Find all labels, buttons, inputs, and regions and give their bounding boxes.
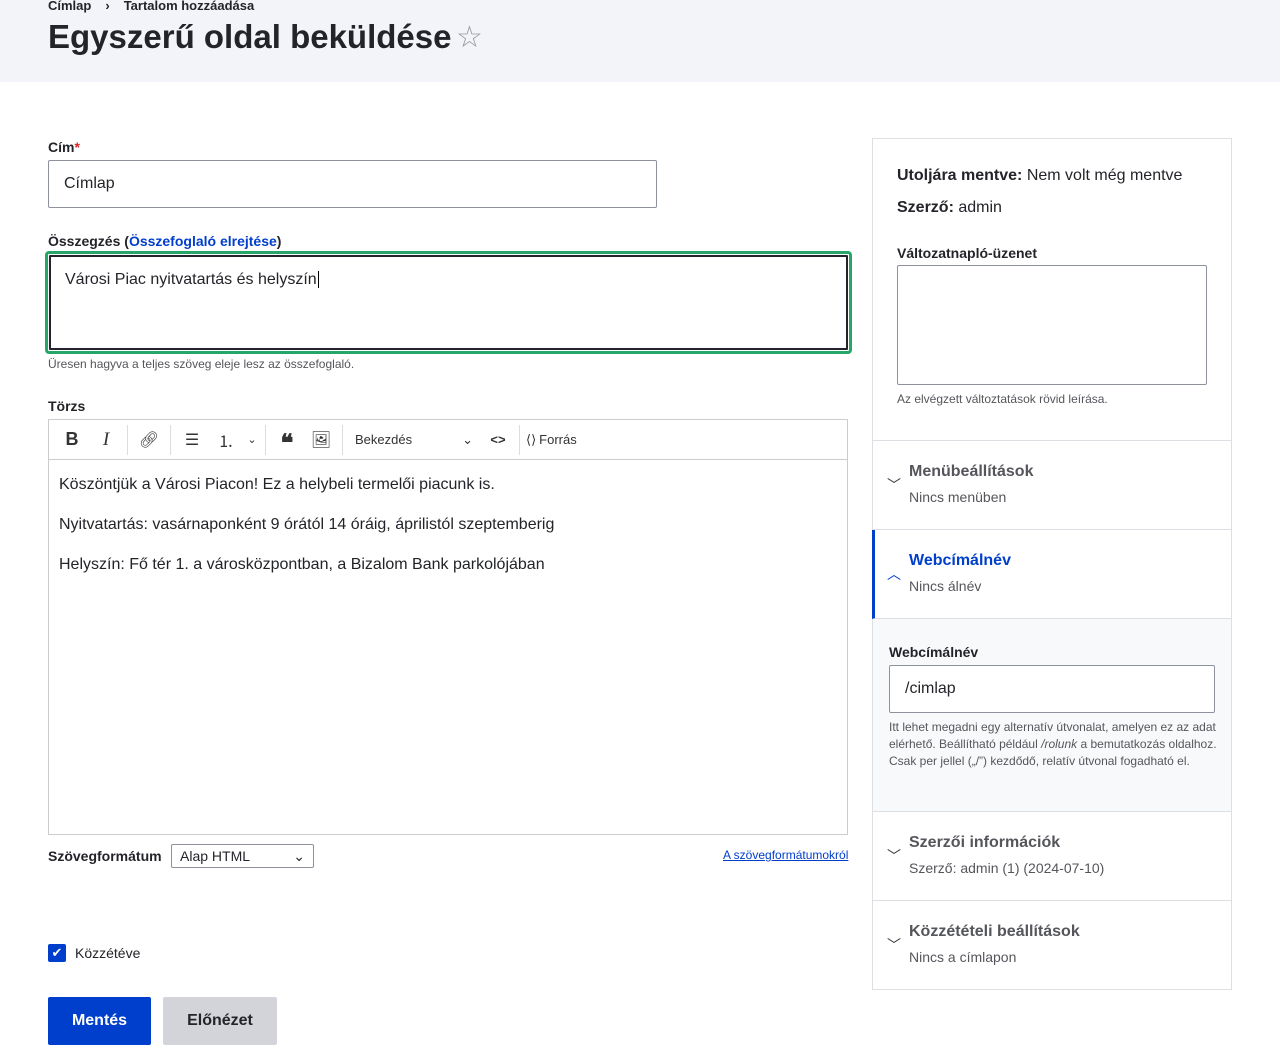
body-editor[interactable]: Köszöntjük a Városi Piacon! Ez a helybel… — [48, 459, 848, 835]
body-label: Törzs — [48, 398, 86, 414]
code-icon[interactable]: <> — [483, 425, 513, 455]
title-input[interactable]: Címlap — [48, 160, 657, 208]
author-label: Szerző: — [897, 199, 954, 216]
text-cursor — [317, 271, 319, 288]
page-header: Címlap › Tartalom hozzáadása Egyszerű olda… — [0, 0, 1280, 82]
toolbar-divider — [170, 424, 171, 455]
summary-label: Összegzés (Összefoglaló elrejtése) — [48, 233, 281, 249]
source-icon: ⟨⟩ — [526, 431, 537, 447]
section-summary: Nincs menüben — [909, 489, 1007, 505]
chevron-down-icon: ﹀ — [887, 848, 901, 864]
chevron-down-icon[interactable]: ⌄ — [245, 425, 259, 455]
breadcrumb-add-content[interactable]: Tartalom hozzáadása — [124, 0, 255, 13]
required-marker: * — [74, 139, 80, 155]
chevron-down-icon: ﹀ — [887, 937, 901, 953]
link-icon[interactable]: 🔗︎ — [134, 425, 164, 455]
chevron-down-icon: ⌄ — [293, 848, 305, 864]
body-paragraph: Helyszín: Fő tér 1. a városközpontban, a… — [59, 556, 545, 573]
alias-description: Itt lehet megadni egy alternatív útvonal… — [889, 719, 1219, 770]
chevron-down-icon: ⌄ — [462, 431, 473, 447]
toolbar-divider — [265, 424, 266, 455]
breadcrumb: Címlap › Tartalom hozzáadása — [48, 0, 268, 13]
chevron-down-icon: ﹀ — [887, 477, 901, 493]
bold-icon[interactable]: B — [57, 425, 87, 455]
alias-desc-example: /rolunk — [1041, 737, 1078, 751]
editor-toolbar: B I 🔗︎ ☰ ⒈ ⌄ ❝ 🖼︎ Bekezdés ⌄ <> ⟨⟩ Forrás — [48, 419, 848, 460]
preview-button[interactable]: Előnézet — [163, 997, 277, 1045]
toolbar-divider — [519, 424, 520, 455]
alias-input[interactable]: /cimlap — [889, 665, 1215, 713]
published-label: Közzétéve — [75, 945, 141, 961]
toolbar-divider — [127, 424, 128, 455]
star-icon[interactable]: ☆ — [456, 20, 483, 55]
summary-value: Városi Piac nyitvatartás és helyszín — [65, 271, 317, 288]
bulleted-list-icon[interactable]: ☰ — [177, 425, 207, 455]
url-alias-content: Webcímálnév /cimlap Itt lehet megadni eg… — [872, 619, 1232, 812]
revision-label: Változatnapló-üzenet — [897, 245, 1038, 261]
format-label: Szövegformátum — [48, 848, 162, 864]
format-select[interactable]: Alap HTML ⌄ — [171, 844, 314, 868]
section-summary: Nincs a címlapon — [909, 949, 1017, 965]
summary-description: Üresen hagyva a teljes szöveg eleje lesz… — [48, 357, 355, 371]
menu-settings-section[interactable]: ﹀ Menübeállítások Nincs menüben — [872, 441, 1232, 530]
toolbar-divider — [342, 424, 343, 455]
image-upload-icon[interactable]: 🖼︎ — [306, 425, 336, 455]
format-help-link[interactable]: A szövegformátumokról — [723, 848, 848, 862]
summary-textarea[interactable]: Városi Piac nyitvatartás és helyszín — [49, 255, 848, 350]
meta-box: Utoljára mentve: Nem volt még mentve Sze… — [872, 138, 1232, 441]
revision-textarea[interactable] — [897, 265, 1207, 385]
summary-focus-ring: Városi Piac nyitvatartás és helyszín — [45, 251, 852, 354]
last-saved-value: Nem volt még mentve — [1026, 167, 1183, 184]
save-button[interactable]: Mentés — [48, 997, 151, 1045]
page-title: Egyszerű oldal beküldése — [48, 18, 452, 55]
revision-description: Az elvégzett változtatások rövid leírása… — [897, 392, 1108, 406]
section-title: Menübeállítások — [909, 463, 1034, 480]
last-saved: Utoljára mentve: Nem volt még mentve — [897, 167, 1182, 185]
numbered-list-icon[interactable]: ⒈ — [211, 425, 241, 455]
blockquote-icon[interactable]: ❝ — [272, 425, 302, 457]
heading-dropdown[interactable]: Bekezdés ⌄ — [349, 425, 479, 455]
author-value: admin — [958, 199, 1002, 216]
authoring-info-section[interactable]: ﹀ Szerzői információk Szerző: admin (1) … — [872, 812, 1232, 901]
heading-value: Bekezdés — [355, 432, 413, 447]
last-saved-label: Utoljára mentve: — [897, 167, 1023, 184]
hide-summary-link[interactable]: Összefoglaló elrejtése — [129, 233, 277, 249]
section-title: Szerzői információk — [909, 834, 1061, 851]
summary-label-text: Összegzés ( — [48, 233, 129, 249]
author: Szerző: admin — [897, 199, 1002, 217]
section-title: Közzétételi beállítások — [909, 923, 1080, 940]
title-label-text: Cím — [48, 139, 75, 155]
section-summary: Szerző: admin (1) (2024-07-10) — [909, 860, 1105, 876]
alias-label: Webcímálnév — [889, 644, 979, 660]
source-label: Forrás — [539, 432, 577, 447]
breadcrumb-separator: › — [105, 0, 110, 13]
italic-icon[interactable]: I — [91, 425, 121, 455]
body-paragraph: Nyitvatartás: vasárnaponként 9 órától 14… — [59, 516, 555, 533]
source-button[interactable]: ⟨⟩ Forrás — [526, 425, 577, 455]
url-alias-section[interactable]: ︿ Webcímálnév Nincs álnév — [872, 530, 1232, 619]
section-title: Webcímálnév — [909, 552, 1011, 569]
summary-label-end: ) — [276, 233, 282, 249]
breadcrumb-home[interactable]: Címlap — [48, 0, 91, 13]
body-paragraph: Köszöntjük a Városi Piacon! Ez a helybel… — [59, 476, 495, 493]
section-summary: Nincs álnév — [909, 578, 982, 594]
format-value: Alap HTML — [180, 848, 251, 864]
title-label: Cím* — [48, 139, 80, 155]
published-checkbox[interactable]: ✔ — [48, 944, 66, 962]
promotion-options-section[interactable]: ﹀ Közzétételi beállítások Nincs a címlap… — [872, 901, 1232, 990]
chevron-up-icon: ︿ — [887, 566, 901, 582]
